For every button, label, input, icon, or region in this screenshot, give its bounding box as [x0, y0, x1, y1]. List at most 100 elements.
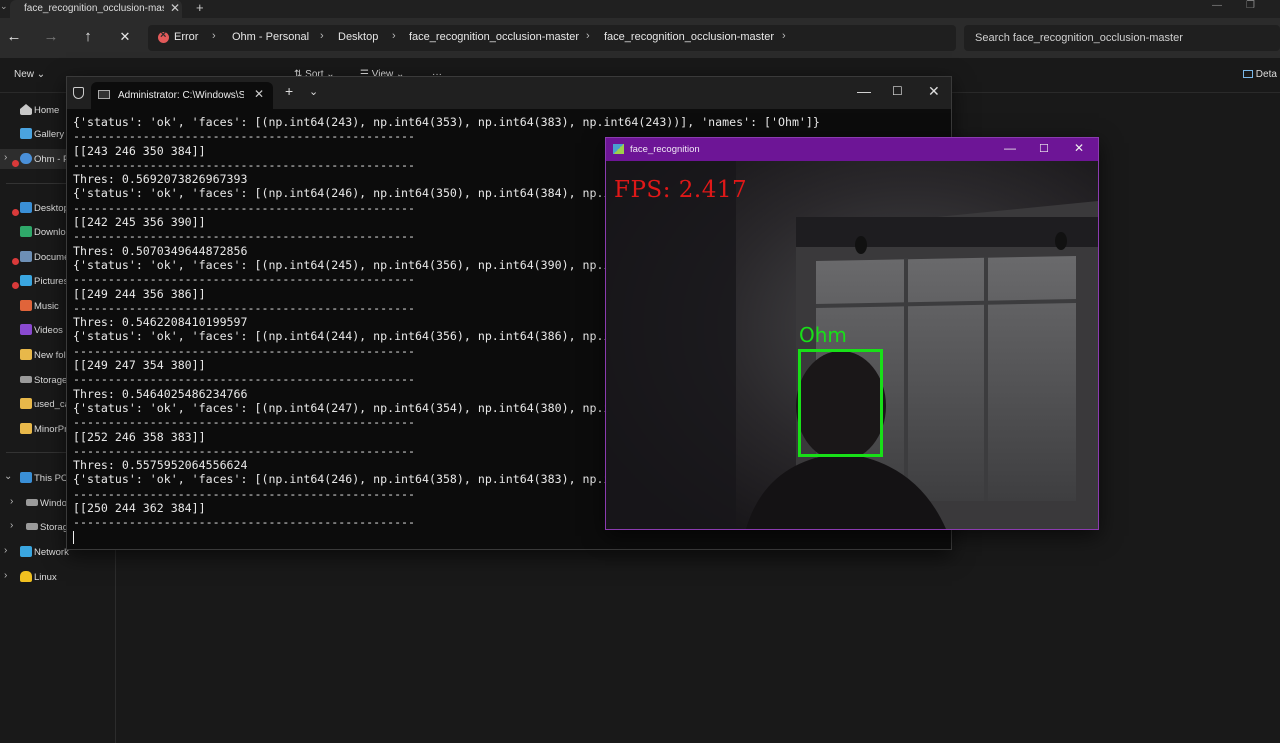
videos-icon — [20, 324, 32, 335]
pictures-icon — [20, 275, 32, 286]
new-button[interactable]: New ⌄ — [14, 69, 45, 80]
up-arrow-icon[interactable]: ↑ — [78, 28, 98, 45]
sidebar-label: used_ca — [34, 399, 70, 410]
breadcrumb-subfolder[interactable]: face_recognition_occlusion-master — [604, 31, 774, 43]
folder-icon — [20, 398, 32, 409]
breadcrumb-error[interactable]: Error — [174, 31, 198, 43]
drive-icon — [26, 499, 38, 506]
terminal-line: {'status': 'ok', 'faces': [(np.int64(243… — [73, 115, 820, 129]
sync-error-icon — [12, 160, 19, 167]
drive-icon — [20, 376, 32, 383]
desktop-icon — [20, 202, 32, 213]
breadcrumb-desktop[interactable]: Desktop — [338, 31, 378, 43]
close-icon[interactable]: ✕ — [1074, 141, 1084, 155]
sync-error-icon — [12, 209, 19, 216]
close-icon[interactable]: ✕ — [928, 83, 940, 100]
sync-error-icon — [12, 258, 19, 265]
sidebar-label: Gallery — [34, 129, 65, 140]
camera-scene — [606, 161, 1098, 529]
sidebar-label: New fol — [34, 350, 66, 361]
minimize-icon[interactable]: — — [1004, 141, 1016, 155]
terminal-tab-title: Administrator: C:\Windows\Sy — [118, 90, 244, 101]
folder-icon — [20, 349, 32, 360]
chevron-right-icon: › — [320, 30, 324, 42]
download-icon — [20, 226, 32, 237]
chevron-down-icon[interactable]: ⌄ — [4, 471, 12, 482]
maximize-icon[interactable]: ☐ — [892, 84, 903, 98]
documents-icon — [20, 251, 32, 262]
close-icon[interactable]: ✕ — [254, 87, 264, 101]
sidebar-label: Storage — [34, 375, 68, 386]
sidebar-label: Downlo — [34, 227, 66, 238]
forward-arrow-icon[interactable]: → — [41, 28, 61, 45]
close-icon[interactable]: ✕ — [170, 1, 180, 15]
sidebar-label: Videos — [34, 325, 63, 336]
network-icon — [20, 546, 32, 557]
search-input[interactable]: Search face_recognition_occlusion-master — [964, 25, 1280, 51]
sidebar-label: Windo — [40, 498, 67, 509]
chevron-right-icon[interactable]: › — [10, 520, 13, 531]
search-placeholder: Search face_recognition_occlusion-master — [975, 32, 1183, 44]
chevron-right-icon: › — [392, 30, 396, 42]
explorer-tab-bar: ⌄ face_recognition_occlusion-master ✕ + … — [0, 0, 1280, 18]
breadcrumb-folder[interactable]: face_recognition_occlusion-master — [409, 31, 579, 43]
details-button[interactable]: Deta — [1243, 69, 1277, 80]
gallery-icon — [20, 128, 32, 139]
sidebar-label: Pictures — [34, 276, 69, 287]
chevron-right-icon[interactable]: › — [4, 570, 7, 581]
stop-icon[interactable]: ✕ — [115, 29, 135, 45]
chevron-right-icon: › — [212, 30, 216, 42]
face-bounding-box — [798, 349, 883, 457]
breadcrumb-ohm-personal[interactable]: Ohm - Personal — [232, 31, 309, 43]
new-tab-icon[interactable]: + — [285, 83, 293, 99]
terminal-icon — [98, 90, 110, 99]
terminal-tab[interactable]: Administrator: C:\Windows\Sy ✕ — [91, 82, 273, 109]
chevron-right-icon[interactable]: › — [4, 545, 7, 556]
chevron-down-icon[interactable]: ⌄ — [309, 85, 318, 98]
drive-icon — [26, 523, 38, 530]
face-label: Ohm — [799, 323, 847, 347]
sync-error-icon — [12, 282, 19, 289]
restore-icon[interactable]: ❐ — [1246, 0, 1255, 11]
folder-icon — [20, 423, 32, 434]
sidebar-label: MinorPr — [34, 424, 68, 435]
sidebar-label: Home — [34, 105, 60, 116]
explorer-tab[interactable]: face_recognition_occlusion-master ✕ — [10, 0, 182, 18]
maximize-icon[interactable]: ☐ — [1039, 142, 1049, 155]
home-icon — [20, 104, 32, 115]
chevron-right-icon[interactable]: › — [4, 152, 7, 163]
desktop: ⌄ face_recognition_occlusion-master ✕ + … — [0, 0, 1280, 743]
back-arrow-icon[interactable]: ← — [4, 28, 24, 45]
sidebar-label: Music — [34, 301, 59, 312]
shield-icon — [73, 87, 84, 99]
minimize-icon[interactable]: — — [857, 83, 871, 99]
terminal-title-bar: Administrator: C:\Windows\Sy ✕ + ⌄ — ☐ ✕ — [67, 77, 951, 109]
camera-feed: FPS: 2.417 Ohm — [606, 161, 1098, 529]
new-label: New — [14, 69, 35, 80]
address-bar[interactable]: Error › Ohm - Personal › Desktop › face_… — [148, 25, 956, 51]
pc-icon — [20, 472, 32, 483]
music-icon — [20, 300, 32, 311]
sidebar-label: Linux — [34, 572, 57, 583]
sidebar-label: Docume — [34, 252, 70, 263]
sidebar-label: Storag — [40, 522, 68, 533]
chevron-right-icon[interactable]: › — [782, 30, 786, 42]
sidebar-label: This PC — [34, 473, 68, 484]
terminal-cursor — [73, 530, 74, 544]
explorer-app-icon: ⌄ — [0, 1, 8, 11]
app-icon — [613, 144, 624, 154]
minimize-icon[interactable]: — — [1212, 0, 1222, 11]
sidebar-label: Network — [34, 547, 69, 558]
new-tab-icon[interactable]: + — [196, 0, 204, 15]
explorer-nav-bar: ← → ↑ ✕ Error › Ohm - Personal › Desktop… — [0, 18, 1280, 58]
linux-icon — [20, 571, 32, 582]
fps-readout: FPS: 2.417 — [614, 177, 748, 203]
sidebar-label: Desktop — [34, 203, 69, 214]
cloud-icon — [20, 153, 32, 164]
chevron-right-icon[interactable]: › — [10, 496, 13, 507]
explorer-tab-title: face_recognition_occlusion-master — [24, 3, 164, 14]
sidebar-item-linux[interactable]: › Linux — [0, 567, 116, 587]
face-recognition-window: face_recognition — ☐ ✕ FPS: 2.417 Ohm — [605, 137, 1099, 530]
details-pane-icon — [1243, 70, 1253, 79]
error-icon — [158, 29, 169, 43]
